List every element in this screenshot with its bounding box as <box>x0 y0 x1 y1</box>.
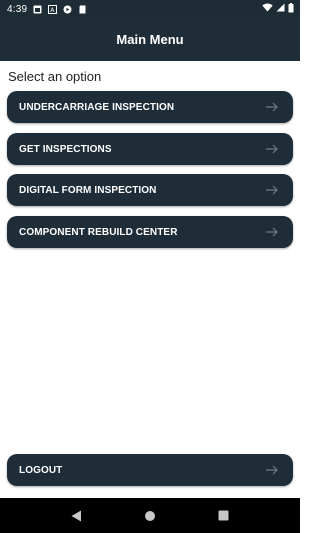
logout-button[interactable]: LOGOUT <box>7 454 293 486</box>
arrow-right-icon <box>265 227 279 237</box>
logout-button-label: LOGOUT <box>19 464 63 476</box>
battery-icon <box>288 2 294 16</box>
wifi-icon <box>262 3 273 15</box>
svg-text:A: A <box>50 7 55 14</box>
select-option-label: Select an option <box>8 69 102 84</box>
home-icon[interactable] <box>144 510 156 522</box>
arrow-right-icon <box>265 465 279 475</box>
undercarriage-inspection-button[interactable]: UNDERCARRIAGE INSPECTION <box>7 91 293 123</box>
page-title: Main Menu <box>116 32 184 47</box>
back-icon[interactable] <box>71 510 82 522</box>
digital-form-inspection-button[interactable]: DIGITAL FORM INSPECTION <box>7 174 293 206</box>
get-inspections-button[interactable]: GET INSPECTIONS <box>7 133 293 165</box>
arrow-right-icon <box>265 102 279 112</box>
media-icon <box>63 5 72 14</box>
recents-icon[interactable] <box>218 510 229 521</box>
arrow-right-icon <box>265 144 279 154</box>
menu-button-label: UNDERCARRIAGE INSPECTION <box>19 101 175 113</box>
menu-button-label: COMPONENT REBUILD CENTER <box>19 226 178 238</box>
sd-card-icon <box>78 5 87 14</box>
menu-button-label: GET INSPECTIONS <box>19 143 112 155</box>
system-nav-bar <box>0 498 300 533</box>
status-time: 4:39 <box>7 3 28 15</box>
component-rebuild-center-button[interactable]: COMPONENT REBUILD CENTER <box>7 216 293 248</box>
sim-icon: A <box>48 4 58 14</box>
signal-icon <box>276 3 285 15</box>
status-bar: 4:39 A <box>0 0 300 18</box>
app-bar: Main Menu <box>0 18 300 61</box>
android-icon <box>33 5 42 14</box>
status-left: 4:39 A <box>7 4 87 15</box>
status-right <box>262 2 294 16</box>
arrow-right-icon <box>265 185 279 195</box>
menu-button-label: DIGITAL FORM INSPECTION <box>19 184 157 196</box>
